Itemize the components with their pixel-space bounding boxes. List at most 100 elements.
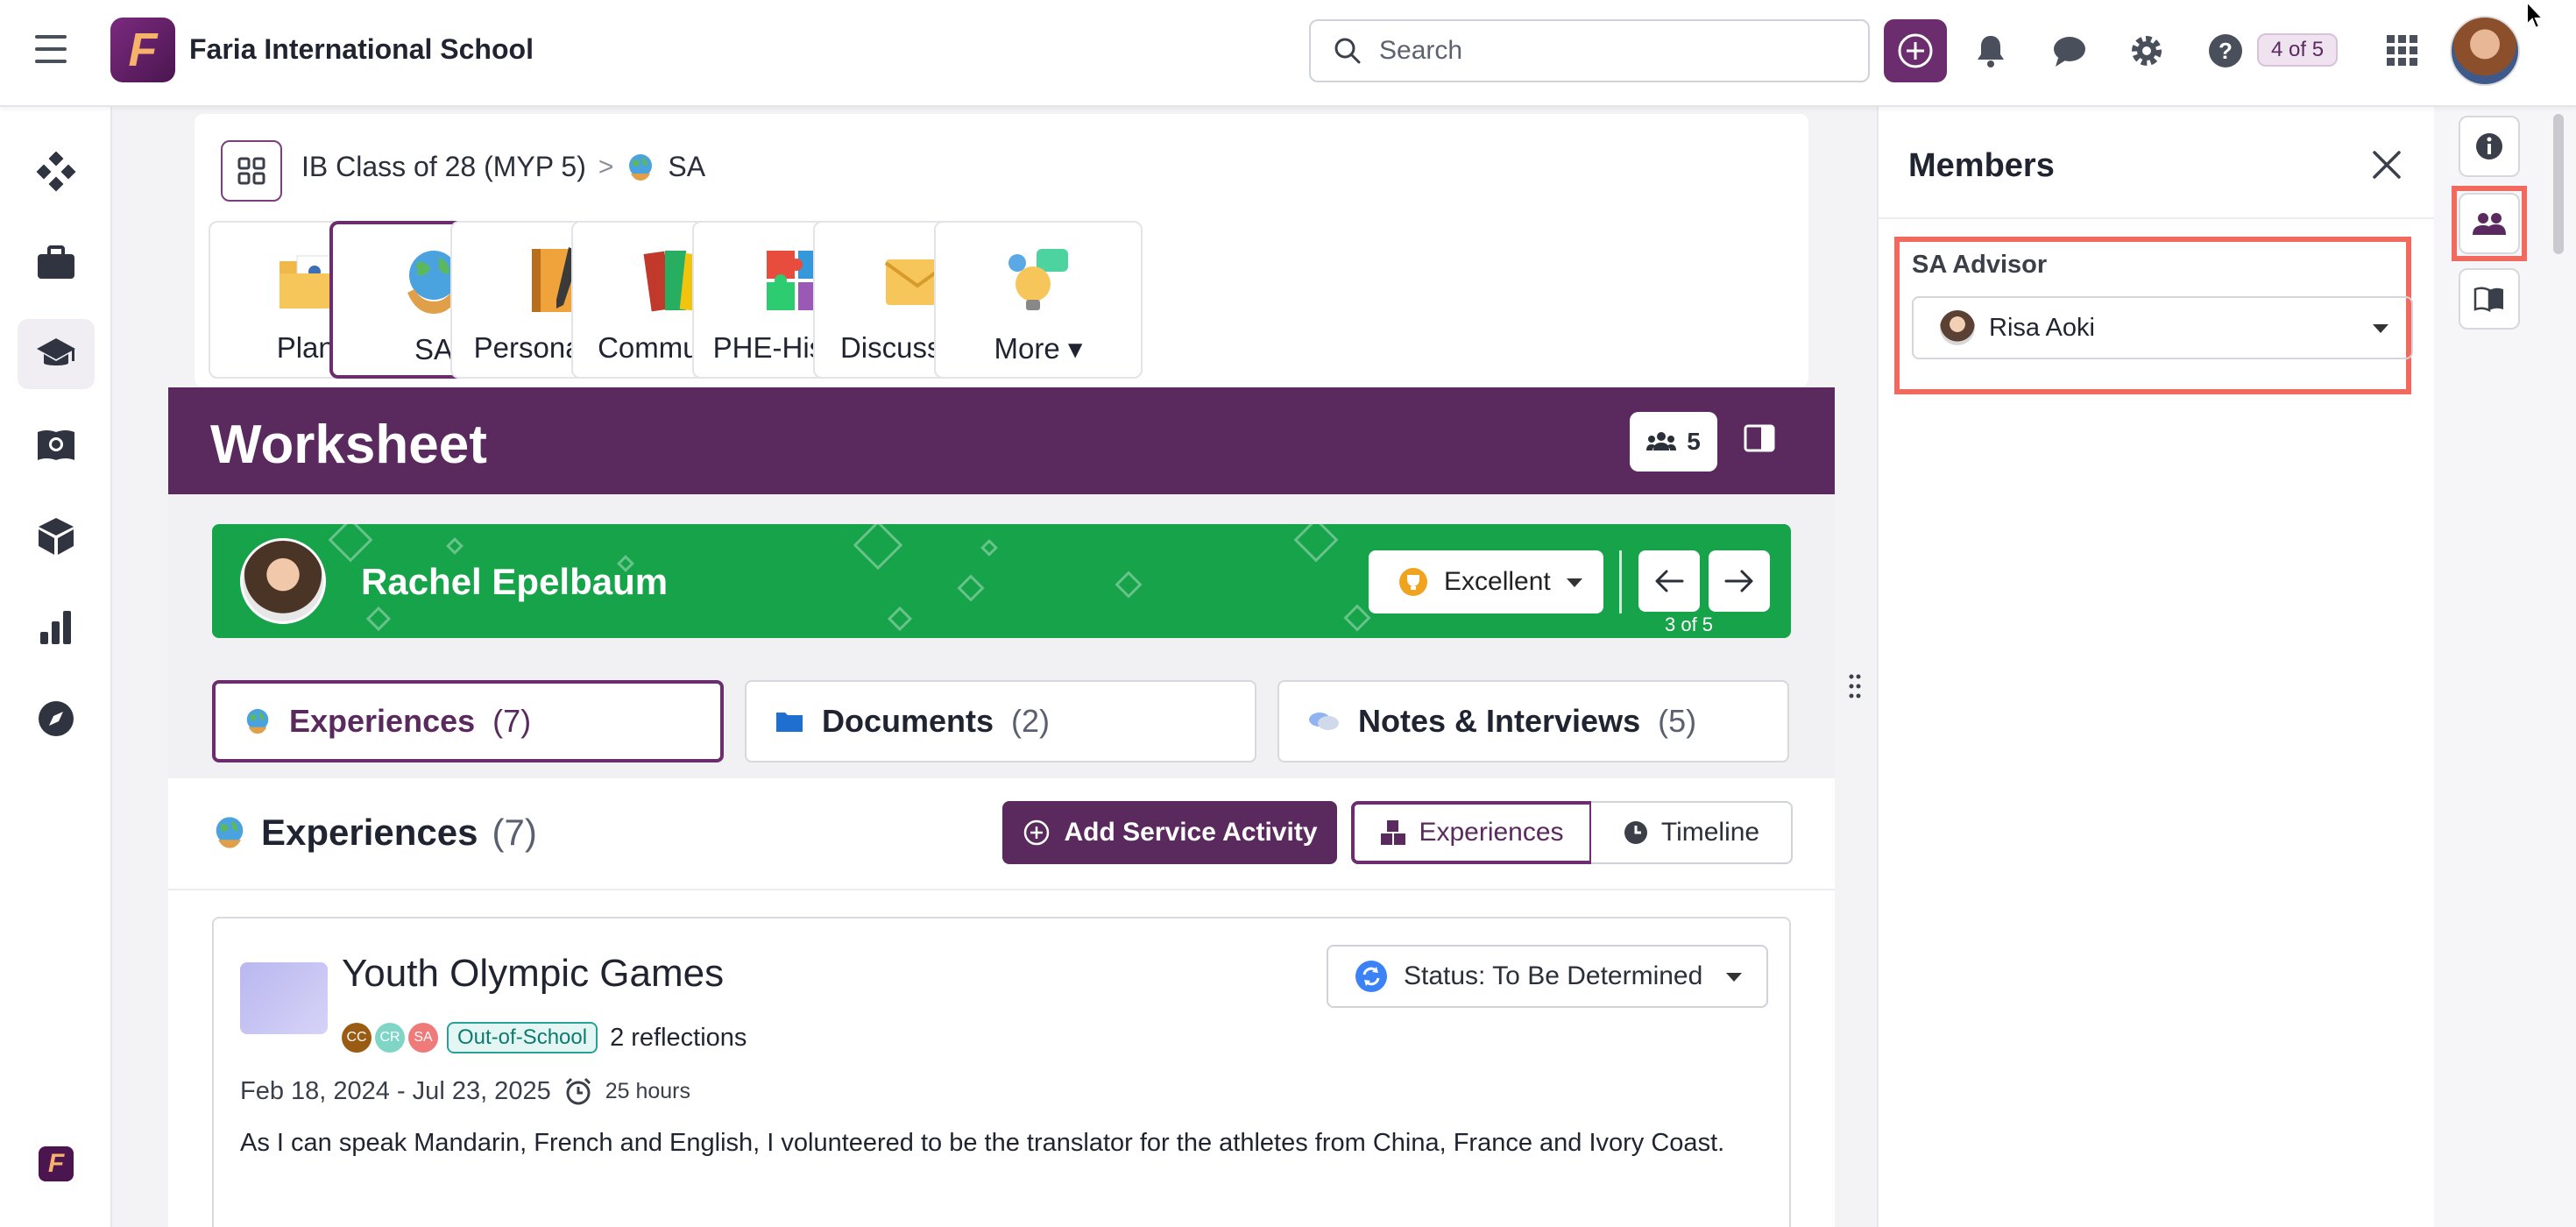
panel-divider: [1879, 217, 2436, 219]
tab-documents-count: (2): [1011, 703, 1051, 739]
bell-icon[interactable]: [1971, 32, 2010, 70]
status-dropdown[interactable]: Status: To Be Determined: [1327, 945, 1768, 1008]
nav-portfolio[interactable]: [18, 228, 95, 298]
main-content: IB Class of 28 (MYP 5) > SA Plans SA Per…: [168, 107, 1835, 1227]
breadcrumb: IB Class of 28 (MYP 5) > SA: [301, 151, 705, 183]
grid-icon: [237, 157, 265, 185]
clock-icon: [1624, 821, 1647, 844]
tab-documents-label: Documents: [822, 703, 994, 739]
reflections-count[interactable]: 2 reflections: [610, 1024, 747, 1053]
panel-toggle-icon[interactable]: [1744, 424, 1775, 452]
banner-divider: [1619, 550, 1622, 614]
bar-chart-icon: [40, 611, 71, 644]
school-name[interactable]: Faria International School: [189, 33, 534, 66]
view-timeline-toggle[interactable]: Timeline: [1591, 801, 1793, 864]
search-input[interactable]: Search: [1309, 19, 1870, 82]
faria-logo[interactable]: F: [39, 1146, 74, 1181]
book-globe-icon: [38, 430, 74, 460]
class-menu-button[interactable]: [221, 140, 282, 202]
nav-library[interactable]: [18, 410, 95, 480]
nav-units[interactable]: [18, 501, 95, 571]
user-avatar[interactable]: [2450, 16, 2520, 86]
compass-icon: [39, 701, 74, 736]
nav-reports[interactable]: [18, 592, 95, 663]
search-placeholder: Search: [1379, 36, 1463, 65]
student-area: Rachel Epelbaum Excellent 3 of 5 Experie…: [168, 494, 1835, 778]
decor-diamond: [1343, 604, 1371, 632]
badge-cc: CC: [342, 1023, 372, 1053]
experience-title[interactable]: Youth Olympic Games: [342, 952, 724, 996]
left-navigation: F: [0, 107, 112, 1227]
school-logo[interactable]: F: [110, 18, 175, 82]
chat-icon[interactable]: [2050, 32, 2089, 70]
sa-advisor-select[interactable]: Risa Aoki: [1912, 296, 2413, 359]
arrow-left-icon: [1655, 570, 1684, 592]
globe-icon: [216, 817, 244, 848]
tab-notes-label: Notes & Interviews: [1358, 703, 1641, 739]
experience-dates: Feb 18, 2024 - Jul 23, 2025 25 hours: [240, 1076, 690, 1106]
create-button[interactable]: [1884, 19, 1947, 82]
apps-grid-icon[interactable]: [2383, 32, 2422, 70]
users-icon: [1646, 432, 1677, 450]
worksheet-header: Worksheet 5: [168, 387, 1835, 494]
info-icon: [2476, 133, 2502, 160]
decor-diamond: [887, 606, 913, 632]
plus-circle-icon: [1023, 819, 1049, 846]
resize-handle-icon[interactable]: [1849, 673, 1861, 699]
tab-notes-interviews[interactable]: Notes & Interviews (5): [1277, 680, 1789, 762]
plus-circle-icon: [1898, 33, 1933, 68]
student-banner: Rachel Epelbaum Excellent 3 of 5: [212, 524, 1791, 638]
badge-cr: CR: [375, 1023, 405, 1053]
briefcase-icon: [38, 245, 74, 279]
close-icon[interactable]: [2369, 147, 2404, 182]
speech-bubbles-icon: [1309, 713, 1339, 730]
decor-diamond: [1115, 571, 1143, 599]
search-icon: [1334, 38, 1361, 64]
breadcrumb-separator: >: [598, 152, 614, 181]
tab-experiences[interactable]: Experiences (7): [212, 680, 724, 762]
nav-dashboard[interactable]: [18, 137, 95, 207]
advisor-name: Risa Aoki: [1989, 313, 2095, 342]
date-range: Feb 18, 2024 - Jul 23, 2025: [240, 1076, 551, 1105]
blocks-icon: [1381, 820, 1406, 845]
arrow-right-icon: [1724, 570, 1753, 592]
class-tabs-card: IB Class of 28 (MYP 5) > SA Plans SA Per…: [195, 114, 1808, 387]
grade-dropdown[interactable]: Excellent: [1369, 550, 1603, 614]
experiences-count: (7): [492, 812, 537, 853]
tab-more[interactable]: More ▾: [934, 221, 1143, 379]
guide-button[interactable]: [2459, 268, 2520, 330]
scrollbar[interactable]: [2553, 114, 2564, 254]
tab-experiences-label: Experiences: [289, 703, 476, 739]
top-header: F Faria International School Search ? 4 …: [0, 0, 2576, 107]
next-student-button[interactable]: [1709, 550, 1770, 612]
members-button[interactable]: 5: [1630, 412, 1717, 472]
view-experiences-toggle[interactable]: Experiences: [1351, 801, 1593, 864]
decor-diamond: [328, 524, 373, 563]
tab-sa-label: SA: [414, 333, 454, 365]
progress-counter[interactable]: 4 of 5: [2257, 33, 2339, 67]
experience-description: As I can speak Mandarin, French and Engl…: [240, 1129, 1725, 1157]
nav-explore[interactable]: [18, 684, 95, 754]
nav-classes[interactable]: [18, 319, 95, 389]
student-position: 3 of 5: [1665, 614, 1714, 635]
mouse-cursor-icon: [2526, 0, 2545, 30]
chevron-down-icon: [1726, 973, 1742, 982]
decor-diamond: [853, 524, 903, 571]
gear-icon[interactable]: [2127, 32, 2166, 70]
add-service-activity-button[interactable]: Add Service Activity: [1002, 801, 1337, 864]
breadcrumb-class[interactable]: IB Class of 28 (MYP 5): [301, 151, 586, 183]
previous-student-button[interactable]: [1638, 550, 1700, 612]
location-tag: Out-of-School: [447, 1022, 598, 1053]
menu-icon[interactable]: [35, 35, 67, 70]
help-icon[interactable]: ?: [2206, 32, 2245, 70]
members-count: 5: [1687, 428, 1701, 455]
experiences-heading: Experiences (7): [212, 812, 537, 854]
tab-notes-count: (5): [1658, 703, 1697, 739]
experience-card[interactable]: Youth Olympic Games CC CR SA Out-of-Scho…: [212, 917, 1791, 1227]
info-button[interactable]: [2459, 116, 2520, 177]
badge-sa: SA: [408, 1023, 438, 1053]
svg-text:?: ?: [2219, 38, 2233, 64]
experiences-title: Experiences: [261, 812, 478, 853]
tab-documents[interactable]: Documents (2): [745, 680, 1256, 762]
refresh-icon: [1355, 961, 1387, 992]
